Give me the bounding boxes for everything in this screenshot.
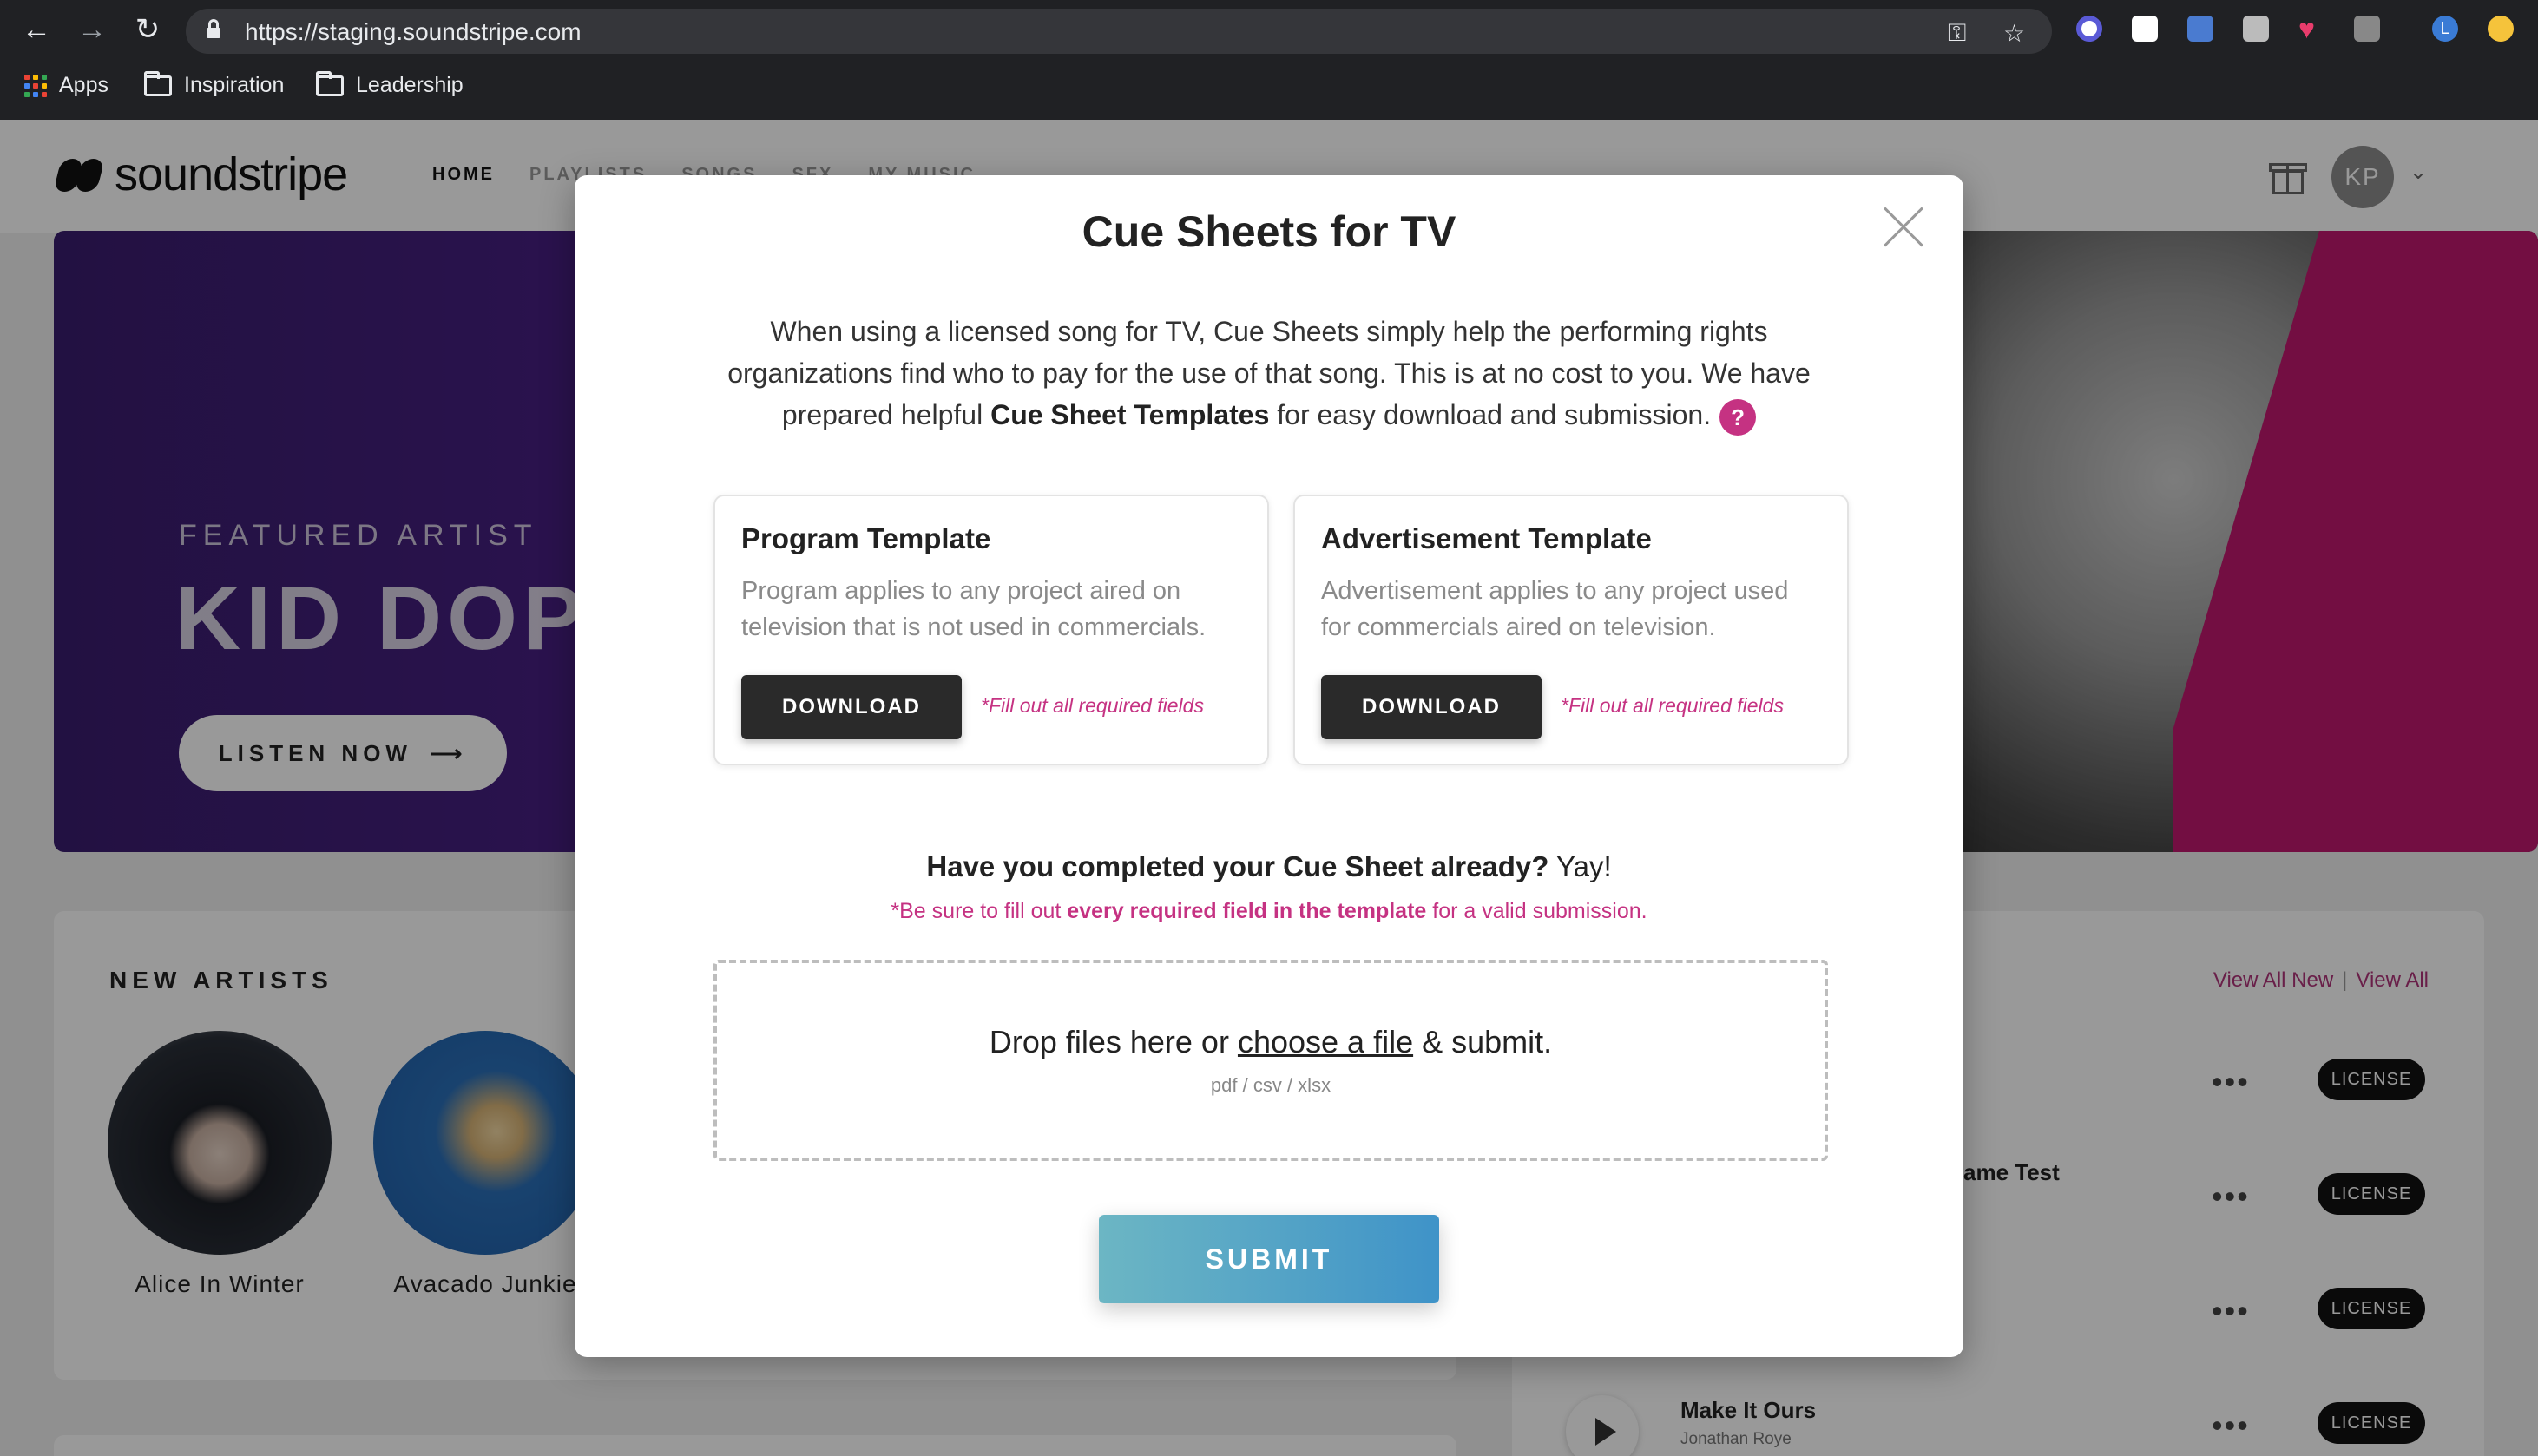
extension-icon[interactable] bbox=[2243, 16, 2269, 42]
drop-text-end: & submit. bbox=[1413, 1024, 1553, 1059]
key-icon[interactable]: ⚿ bbox=[1948, 19, 1966, 48]
advertisement-template-card: Advertisement Template Advertisement app… bbox=[1293, 495, 1849, 765]
program-template-card: Program Template Program applies to any … bbox=[713, 495, 1269, 765]
question-bold: Have you completed your Cue Sheet alread… bbox=[926, 850, 1549, 882]
note-start: *Be sure to fill out bbox=[891, 899, 1068, 923]
extension-icon[interactable] bbox=[2132, 16, 2158, 42]
bookmark-label: Inspiration bbox=[184, 73, 285, 97]
profile-icon[interactable]: L bbox=[2432, 16, 2458, 42]
intro-end: for easy download and submission. bbox=[1269, 399, 1712, 430]
bookmarks-bar: Apps Inspiration Leadership bbox=[0, 64, 2538, 109]
cue-sheets-modal: Cue Sheets for TV When using a licensed … bbox=[575, 175, 1963, 1357]
modal-title: Cue Sheets for TV bbox=[1082, 207, 1456, 256]
bookmark-label: Apps bbox=[59, 73, 108, 97]
reload-icon[interactable]: ↻ bbox=[130, 12, 165, 47]
folder-icon bbox=[316, 70, 344, 96]
modal-intro: When using a licensed song for TV, Cue S… bbox=[705, 311, 1833, 436]
extension-icon[interactable] bbox=[2354, 16, 2380, 42]
star-icon[interactable]: ☆ bbox=[2003, 19, 2025, 48]
template-title: Advertisement Template bbox=[1321, 522, 1652, 554]
template-description: Advertisement applies to any project use… bbox=[1321, 577, 1789, 641]
dropzone-text: Drop files here or choose a file & submi… bbox=[717, 1024, 1825, 1060]
template-description: Program applies to any project aired on … bbox=[741, 577, 1207, 641]
apps-grid-icon bbox=[24, 74, 47, 97]
download-program-button[interactable]: DOWNLOAD bbox=[741, 675, 962, 739]
template-title: Program Template bbox=[741, 522, 991, 554]
required-fields-note: *Fill out all required fields bbox=[1561, 694, 1784, 717]
extension-icon[interactable] bbox=[2187, 16, 2213, 42]
heart-icon[interactable]: ♥ bbox=[2298, 15, 2324, 43]
note-bold: every required field in the template bbox=[1067, 899, 1427, 923]
lock-icon bbox=[207, 19, 220, 38]
bookmark-inspiration[interactable]: Inspiration bbox=[144, 70, 285, 98]
bookmark-label: Leadership bbox=[356, 73, 464, 97]
folder-icon bbox=[144, 70, 172, 96]
url-text: https://staging.soundstripe.com bbox=[245, 18, 582, 45]
submit-button[interactable]: SUBMIT bbox=[1099, 1215, 1439, 1303]
question-end: Yay! bbox=[1548, 850, 1612, 882]
help-icon[interactable]: ? bbox=[1719, 398, 1757, 436]
required-fields-note: *Fill out all required fields bbox=[981, 694, 1204, 717]
forward-icon[interactable]: → bbox=[75, 12, 109, 47]
address-row: ← → ↻ https://staging.soundstripe.com ⚿ … bbox=[0, 0, 2538, 62]
drop-text-start: Drop files here or bbox=[989, 1024, 1238, 1059]
extension-icon[interactable] bbox=[2488, 16, 2514, 42]
back-icon[interactable]: ← bbox=[19, 12, 54, 47]
note-end: for a valid submission. bbox=[1426, 899, 1647, 923]
file-types: pdf / csv / xlsx bbox=[1210, 1074, 1331, 1096]
intro-bold: Cue Sheet Templates bbox=[990, 399, 1270, 430]
bookmark-apps[interactable]: Apps bbox=[24, 73, 108, 98]
submission-note: *Be sure to fill out every required fiel… bbox=[575, 899, 1963, 924]
address-bar[interactable]: https://staging.soundstripe.com ⚿ ☆ bbox=[186, 9, 2052, 54]
choose-file-link[interactable]: choose a file bbox=[1238, 1024, 1413, 1059]
file-dropzone[interactable]: Drop files here or choose a file & submi… bbox=[713, 960, 1828, 1161]
completed-question: Have you completed your Cue Sheet alread… bbox=[575, 850, 1963, 883]
extension-icon[interactable] bbox=[2076, 16, 2102, 42]
bookmark-leadership[interactable]: Leadership bbox=[316, 70, 464, 98]
download-advertisement-button[interactable]: DOWNLOAD bbox=[1321, 675, 1542, 739]
browser-chrome: ← → ↻ https://staging.soundstripe.com ⚿ … bbox=[0, 0, 2538, 120]
